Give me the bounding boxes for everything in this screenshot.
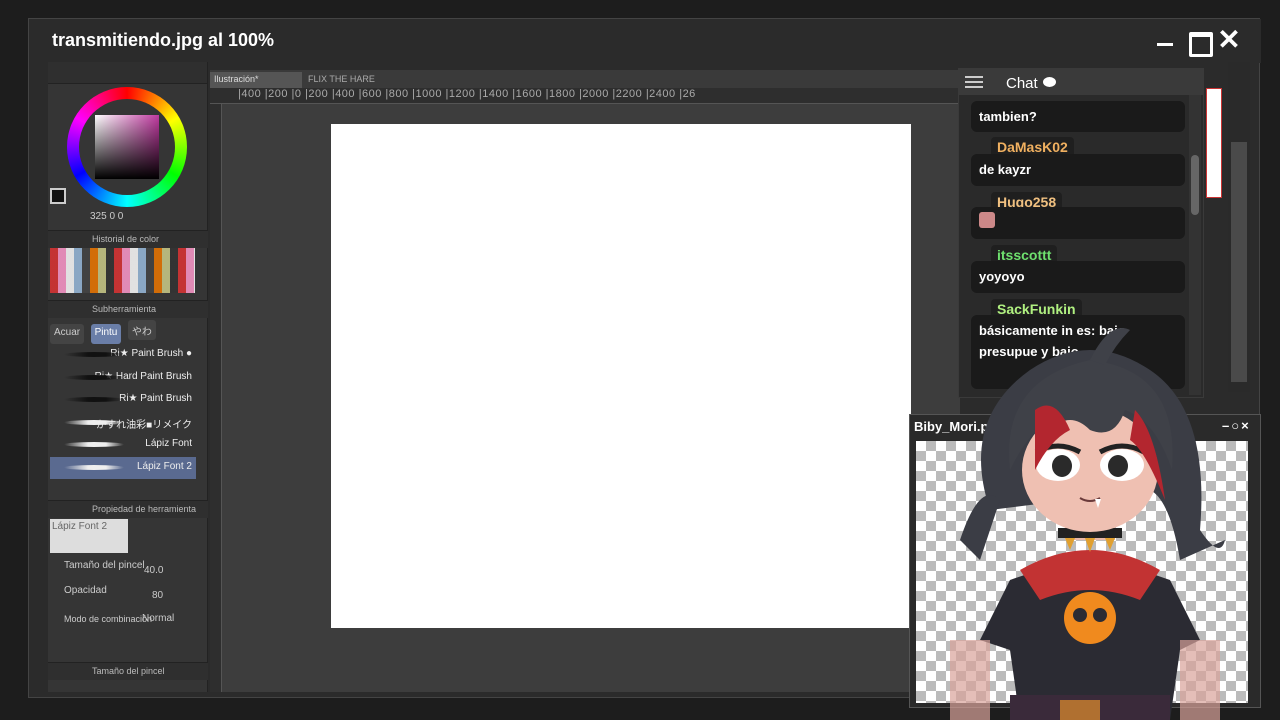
hsv-values: 325 0 0: [90, 211, 124, 222]
brush-item[interactable]: Ri★ Hard Paint Brush: [50, 367, 196, 390]
brush-label: Lápiz Font: [145, 438, 192, 449]
chat-scroll-thumb[interactable]: [1191, 155, 1199, 215]
opacity-value[interactable]: 80: [152, 590, 163, 601]
chat-message: yoyoyo: [971, 261, 1185, 293]
left-panel: 325 0 0 Historial de color Subherramient…: [48, 62, 208, 692]
brush-item[interactable]: Ri★ Paint Brush ●: [50, 344, 196, 367]
palette-toolbar: [48, 62, 207, 84]
opacity-label: Opacidad: [64, 585, 107, 596]
tab-soft[interactable]: やわ: [127, 320, 156, 340]
vtuber-avatar: [950, 328, 1225, 720]
document-tabs: Ilustración* FLIX THE HARE: [210, 70, 960, 88]
tab-watercolor[interactable]: Acuar: [50, 324, 85, 344]
tab-illustration[interactable]: Ilustración*: [210, 72, 302, 88]
brush-stroke-icon: [64, 397, 124, 402]
brush-size-value[interactable]: 40.0: [144, 565, 163, 576]
blend-mode-label: Modo de combinación: [64, 614, 153, 624]
saturation-value-square[interactable]: [95, 115, 159, 179]
title-bar: transmitiendo.jpg al 100% ✕: [29, 19, 1261, 63]
chat-title: Chat: [1006, 75, 1038, 92]
navigator-preview: [1206, 88, 1222, 198]
right-scrollbar[interactable]: [1228, 62, 1250, 392]
brush-stroke-icon: [64, 464, 124, 470]
chat-message: de kayzr: [971, 154, 1185, 186]
brush-item[interactable]: Ri★ Paint Brush: [50, 389, 196, 412]
tab-paint[interactable]: Pintu: [90, 324, 122, 344]
chat-header: Chat: [959, 69, 1203, 95]
subtool-tabs: Acuar Pintu やわ: [50, 320, 206, 344]
tab-flix-the-hare[interactable]: FLIX THE HARE: [304, 72, 394, 88]
brush-stroke-icon: [64, 442, 124, 447]
brush-stroke-icon: [64, 374, 124, 380]
brush-label: Lápiz Font 2: [136, 460, 192, 472]
brush-preview: Lápiz Font 2: [50, 519, 128, 553]
brush-list: Ri★ Paint Brush ● Ri★ Hard Paint Brush R…: [50, 344, 196, 479]
brush-size-label: Tamaño del pincel: [64, 560, 145, 571]
brush-stroke-icon: [64, 419, 124, 425]
color-history-header: Historial de color: [48, 230, 208, 248]
vertical-ruler: [210, 104, 222, 692]
main-color-chip[interactable]: [50, 188, 66, 204]
brush-item-selected[interactable]: Lápiz Font 2: [50, 456, 196, 479]
window-title: transmitiendo.jpg al 100%: [52, 30, 275, 50]
maximize-button[interactable]: [1187, 29, 1213, 57]
tool-property-header: Propiedad de herramienta: [48, 500, 208, 518]
horizontal-ruler: |400 |200 |0 |200 |400 |600 |800 |1000 |…: [210, 88, 960, 104]
chat-message: [971, 207, 1185, 239]
menu-icon[interactable]: [965, 76, 983, 88]
brush-size-section-header: Tamaño del pincel: [48, 662, 208, 680]
right-scroll-thumb[interactable]: [1231, 142, 1247, 382]
brush-stroke-icon: [64, 352, 124, 357]
subtool-header: Subherramienta: [48, 300, 208, 318]
close-button[interactable]: ✕: [1217, 26, 1241, 54]
brush-label: Ri★ Paint Brush: [119, 393, 192, 404]
minimize-button[interactable]: [1153, 29, 1177, 53]
chat-message: tambien?: [971, 101, 1185, 132]
blend-mode-select[interactable]: Normal: [142, 613, 174, 624]
brush-item[interactable]: Lápiz Font: [50, 434, 196, 457]
emote-icon: [979, 212, 995, 228]
brush-item[interactable]: かすれ油彩■リメイク: [50, 412, 196, 435]
chat-bubble-icon: [1043, 77, 1056, 87]
color-history-swatches[interactable]: [50, 248, 195, 293]
drawing-canvas[interactable]: [331, 124, 911, 628]
